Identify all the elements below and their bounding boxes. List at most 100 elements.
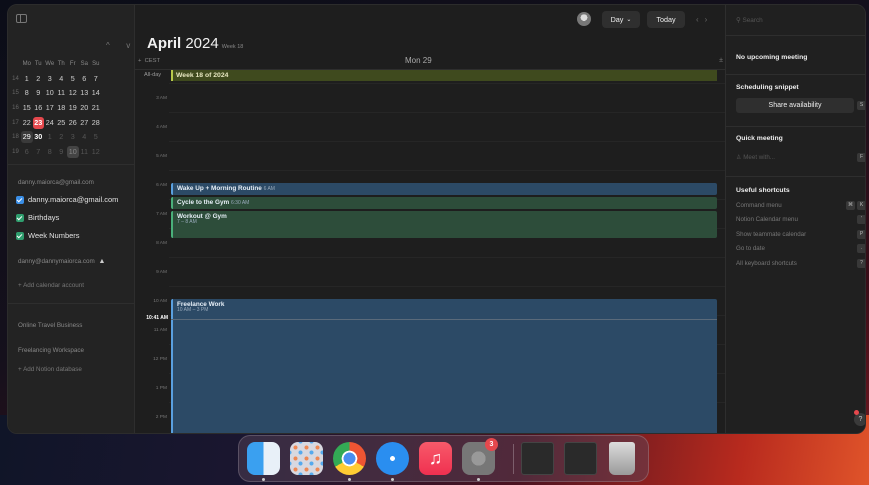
hour-label: 8 AM	[156, 241, 167, 246]
mini-cal-nav[interactable]: ^ v	[106, 41, 134, 50]
day-cell[interactable]: 7	[90, 73, 102, 85]
day-cell[interactable]: 3	[44, 73, 56, 85]
day-cell[interactable]: 24	[44, 117, 56, 129]
day-cell[interactable]: 25	[56, 117, 68, 129]
day-cell[interactable]: 20	[79, 102, 91, 114]
mini-cal-week: 17 22 23 24 25 26 27 28	[10, 115, 132, 130]
day-cell[interactable]: 26	[67, 117, 79, 129]
weekday-label: Th	[57, 61, 65, 68]
checkbox-icon[interactable]	[16, 213, 24, 222]
day-cell[interactable]: 2	[56, 131, 68, 143]
today-button[interactable]: Today	[647, 11, 685, 28]
shortcut-notion-menu[interactable]: Notion Calendar menu	[736, 216, 798, 223]
shortcut-all[interactable]: All keyboard shortcuts	[736, 260, 797, 267]
share-availability-button[interactable]: Share availability	[736, 98, 854, 113]
launchpad-icon[interactable]	[290, 442, 323, 475]
trash-icon[interactable]	[609, 442, 635, 475]
day-cell[interactable]: 6	[21, 146, 33, 158]
day-cell-selected[interactable]: 29	[21, 131, 33, 144]
day-cell[interactable]: 16	[33, 102, 45, 114]
event-wake-up[interactable]: Wake Up + Morning Routine 6 AM	[171, 183, 717, 195]
day-cell[interactable]: 8	[44, 146, 56, 158]
weekday-label: We	[45, 61, 55, 68]
calendar-item-birthdays[interactable]: Birthdays	[16, 213, 59, 222]
hour-label: 7 AM	[156, 212, 167, 217]
day-cell[interactable]: 4	[79, 131, 91, 143]
hour-label: 5 AM	[156, 154, 167, 159]
notification-badge: 3	[485, 438, 498, 451]
search-input[interactable]: ⚲ Search	[736, 16, 763, 24]
add-calendar-account-button[interactable]: + Add calendar account	[18, 282, 84, 289]
day-cell[interactable]: 3	[67, 131, 79, 143]
divider	[8, 164, 135, 165]
chrome-icon[interactable]	[333, 442, 366, 475]
calendar-label: Birthdays	[28, 213, 60, 222]
day-cell[interactable]: 10	[67, 145, 79, 158]
day-cell[interactable]: 13	[79, 87, 91, 99]
hour-label: 9 AM	[156, 270, 167, 275]
checkbox-icon[interactable]	[16, 195, 24, 204]
workspace-item[interactable]: Online Travel Business	[18, 322, 82, 329]
day-cell[interactable]: 27	[79, 117, 91, 129]
date-nav: ‹›	[696, 15, 713, 24]
shortcut-command-menu[interactable]: Command menu	[736, 202, 782, 209]
day-cell[interactable]: 30	[33, 131, 45, 143]
mini-cal-week: 15 8 9 10 11 12 13 14	[10, 86, 132, 101]
day-cell[interactable]: 8	[21, 87, 33, 99]
event-cycle-to-gym[interactable]: Cycle to the Gym 6:30 AM	[171, 197, 717, 209]
workspace-item[interactable]: Freelancing Workspace	[18, 347, 84, 354]
day-cell[interactable]: 5	[90, 131, 102, 143]
chevron-left-icon[interactable]: ‹	[696, 15, 705, 24]
timezone-label: + CEST	[138, 58, 161, 64]
day-cell[interactable]: 1	[21, 73, 33, 85]
day-cell[interactable]: 11	[79, 146, 91, 158]
shortcut-go-to-date[interactable]: Go to date	[736, 245, 765, 252]
shortcut-key: '	[857, 215, 865, 224]
day-cell[interactable]: 9	[33, 87, 45, 99]
finder-icon[interactable]	[247, 442, 280, 475]
day-cell[interactable]: 18	[56, 102, 68, 114]
sidebar-toggle-icon[interactable]	[16, 14, 27, 23]
day-cell[interactable]: 7	[33, 146, 45, 158]
day-cell[interactable]: 11	[56, 87, 68, 99]
day-cell[interactable]: 15	[21, 102, 33, 114]
mini-cal-header: Mo Tu We Th Fr Sa Su	[10, 57, 132, 72]
shortcut-teammate[interactable]: Show teammate calendar	[736, 231, 806, 238]
window-thumbnail[interactable]	[521, 442, 554, 475]
day-cell[interactable]: 21	[90, 102, 102, 114]
day-cell[interactable]: 22	[21, 117, 33, 129]
calendar-item-primary[interactable]: danny.maiorca@gmail.com	[16, 195, 118, 204]
expand-icon[interactable]: ±	[719, 57, 723, 64]
add-notion-database-button[interactable]: + Add Notion database	[18, 366, 82, 373]
day-cell[interactable]: 5	[67, 73, 79, 85]
day-cell[interactable]: 12	[67, 87, 79, 99]
music-icon[interactable]: ♫	[419, 442, 452, 475]
calendar-label: Week Numbers	[28, 231, 80, 240]
day-cell[interactable]: 19	[67, 102, 79, 114]
day-cell[interactable]: 12	[90, 146, 102, 158]
warning-icon: ▲	[98, 258, 106, 265]
day-cell-today[interactable]: 23	[32, 116, 44, 129]
view-selector-button[interactable]: Day ⌄	[602, 11, 640, 28]
day-cell[interactable]: 4	[56, 73, 68, 85]
day-cell[interactable]: 2	[33, 73, 45, 85]
day-cell[interactable]: 10	[44, 87, 56, 99]
calendar-item-week-numbers[interactable]: Week Numbers	[16, 231, 80, 240]
chevron-right-icon[interactable]: ›	[705, 15, 714, 24]
meet-with-input[interactable]: ♙ Meet with...	[736, 154, 775, 161]
day-cell[interactable]: 6	[79, 73, 91, 85]
window-thumbnail[interactable]	[564, 442, 597, 475]
safari-icon[interactable]	[376, 442, 409, 475]
avatar[interactable]	[577, 12, 591, 26]
day-cell[interactable]: 28	[90, 117, 102, 129]
event-workout[interactable]: Workout @ Gym 7 – 8 AM	[171, 211, 717, 238]
day-cell[interactable]: 17	[44, 102, 56, 114]
week-number: 16	[12, 105, 19, 112]
day-cell[interactable]: 1	[44, 131, 56, 143]
day-cell[interactable]: 14	[90, 87, 102, 99]
checkbox-icon[interactable]	[16, 231, 24, 240]
shortcut-key: ⌘	[846, 201, 855, 210]
dock: ♫ 3	[238, 435, 649, 482]
all-day-event[interactable]: Week 18 of 2024	[171, 70, 717, 81]
day-cell[interactable]: 9	[56, 146, 68, 158]
